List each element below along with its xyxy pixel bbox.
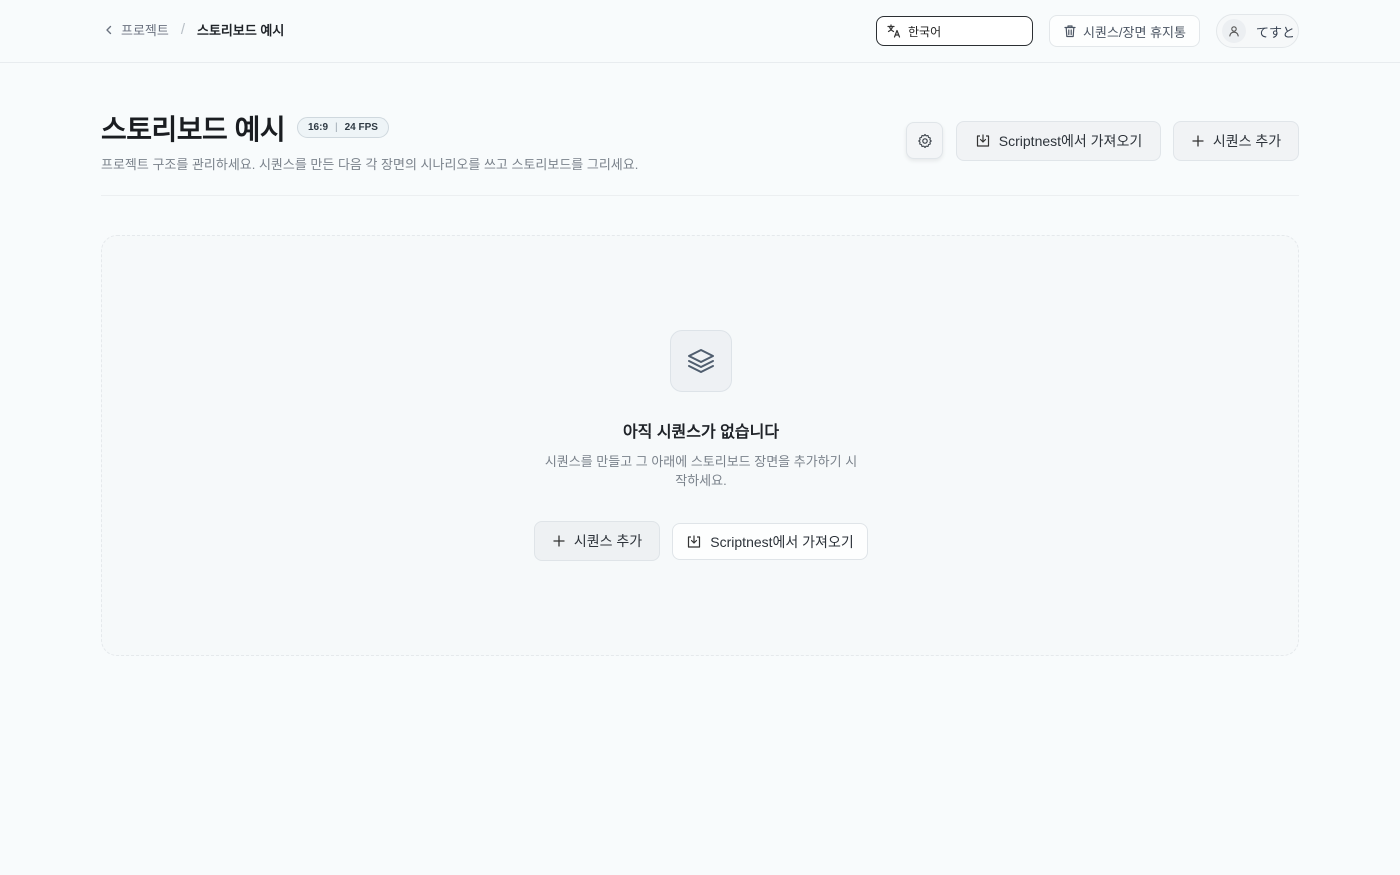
language-select[interactable]: 한국어: [876, 16, 1033, 46]
import-label: Scriptnest에서 가져오기: [998, 133, 1143, 149]
plus-icon: [1192, 135, 1204, 147]
language-value: 한국어: [908, 24, 942, 39]
layers-icon: [688, 349, 714, 373]
empty-state-description: 시퀀스를 만들고 그 아래에 스토리보드 장면을 추가하기 시작하세요.: [544, 454, 858, 488]
breadcrumb-projects-label: 프로젝트: [121, 23, 169, 38]
empty-state-panel: 아직 시퀀스가 없습니다 시퀀스를 만들고 그 아래에 스토리보드 장면을 추가…: [101, 235, 1299, 656]
header-divider: [101, 195, 1299, 196]
empty-state-title: 아직 시퀀스가 없습니다: [622, 424, 780, 441]
breadcrumb-separator: /: [180, 21, 186, 38]
import-scriptnest-button[interactable]: Scriptnest에서 가져오기: [956, 121, 1161, 161]
breadcrumb-back-link[interactable]: 프로젝트: [103, 20, 169, 39]
empty-add-sequence-button[interactable]: 시퀀스 추가: [534, 521, 660, 561]
add-sequence-label: 시퀀스 추가: [1212, 133, 1282, 149]
top-bar: 프로젝트 / 스토리보드 예시 한국어 시퀀스/장면 휴지통 てすと: [0, 0, 1400, 63]
user-menu-button[interactable]: てすと: [1216, 14, 1299, 48]
gear-icon: [917, 133, 932, 148]
user-icon: [1229, 26, 1239, 37]
breadcrumb-current: 스토리보드 예시: [197, 23, 285, 38]
trash-label: 시퀀스/장면 휴지통: [1083, 24, 1186, 40]
download-tray-icon: [976, 134, 989, 147]
user-name: てすと: [1256, 24, 1296, 40]
page-title: 스토리보드 예시: [101, 114, 286, 145]
project-meta-badge: 16:9 | 24 FPS: [297, 117, 389, 138]
breadcrumb: 프로젝트 / 스토리보드 예시: [103, 20, 284, 39]
avatar: [1222, 19, 1246, 43]
plus-icon: [553, 535, 565, 547]
empty-import-scriptnest-button[interactable]: Scriptnest에서 가져오기: [672, 523, 868, 560]
project-settings-button[interactable]: [906, 122, 943, 159]
trash-button[interactable]: 시퀀스/장면 휴지통: [1049, 15, 1200, 47]
empty-add-label: 시퀀스 추가: [573, 533, 643, 549]
chevron-left-icon: [106, 25, 112, 34]
empty-import-label: Scriptnest에서 가져오기: [710, 533, 854, 550]
empty-state-icon-box: [670, 330, 732, 392]
aspect-ratio: 16:9: [308, 122, 329, 133]
page-description: 프로젝트 구조를 관리하세요. 시퀀스를 만든 다음 각 장면의 시나리오를 쓰…: [101, 157, 639, 172]
download-tray-icon: [688, 534, 701, 548]
add-sequence-button[interactable]: 시퀀스 추가: [1173, 121, 1299, 161]
trash-icon: [1064, 25, 1076, 38]
badge-separator: |: [335, 122, 338, 133]
translate-icon: [887, 24, 901, 38]
fps: 24 FPS: [344, 122, 378, 133]
